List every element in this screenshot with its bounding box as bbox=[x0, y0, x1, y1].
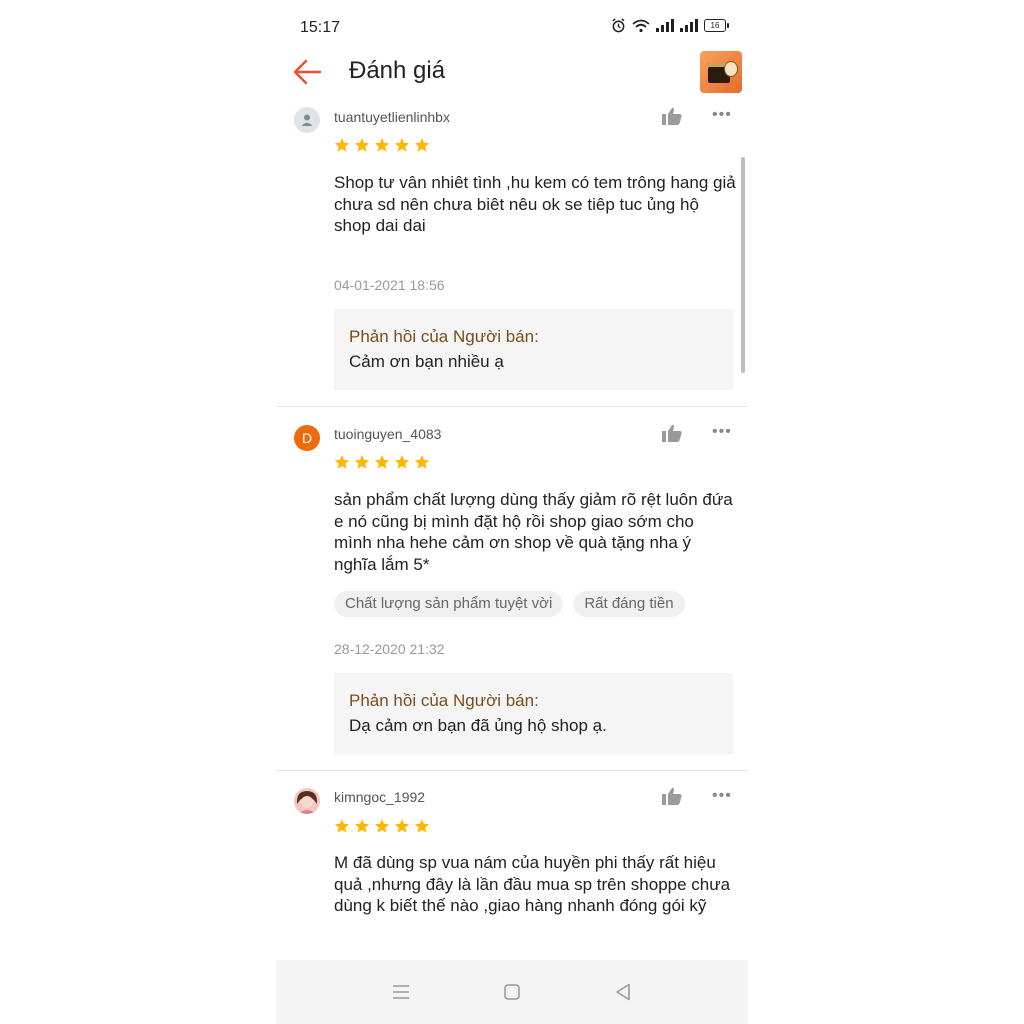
thumbs-up-icon[interactable] bbox=[662, 787, 682, 805]
user-avatar[interactable]: D bbox=[294, 425, 320, 451]
user-avatar[interactable] bbox=[294, 788, 320, 814]
star-icon bbox=[334, 455, 350, 469]
thumbs-up-icon[interactable] bbox=[662, 424, 682, 442]
review-tags: Chất lượng sản phẩm tuyệt vời Rất đáng t… bbox=[334, 591, 685, 617]
seller-reply: Phản hồi của Người bán: Cảm ơn bạn nhiều… bbox=[334, 309, 733, 390]
system-navbar bbox=[276, 960, 748, 1024]
review-text: M đã dùng sp vua nám của huyền phi thấy … bbox=[334, 853, 731, 916]
star-icon bbox=[374, 455, 390, 469]
user-avatar[interactable] bbox=[294, 107, 320, 133]
more-options-icon[interactable]: ••• bbox=[712, 107, 732, 123]
rating-stars bbox=[334, 818, 430, 834]
seller-reply-title: Phản hồi của Người bán: bbox=[349, 327, 539, 346]
menu-icon bbox=[393, 985, 410, 999]
review-tag: Chất lượng sản phẩm tuyệt vời bbox=[334, 591, 564, 617]
nav-home-button[interactable] bbox=[500, 980, 524, 1004]
profile-photo bbox=[294, 788, 320, 814]
signal-icon bbox=[680, 19, 698, 32]
review-text: Shop tư vân nhiêt tình ,hu kem có tem tr… bbox=[334, 173, 736, 236]
review-divider bbox=[276, 770, 748, 771]
alarm-icon bbox=[612, 18, 625, 33]
seller-reply: Phản hồi của Người bán: Dạ cảm ơn bạn đã… bbox=[334, 673, 733, 754]
signal-icon bbox=[656, 19, 674, 32]
star-icon bbox=[414, 819, 430, 833]
review-screen: 15:17 16 Đánh giá tuantuyetlienlinhbx ••… bbox=[276, 0, 748, 1024]
arrow-left-icon bbox=[293, 59, 322, 85]
seller-reply-title: Phản hồi của Người bán: bbox=[349, 691, 539, 710]
person-icon bbox=[301, 114, 313, 126]
status-icons: 16 bbox=[611, 18, 729, 33]
status-time: 15:17 bbox=[300, 19, 341, 36]
product-jar-image bbox=[724, 61, 738, 77]
scrollbar[interactable] bbox=[741, 157, 745, 373]
star-icon bbox=[334, 138, 350, 152]
star-icon bbox=[354, 138, 370, 152]
star-icon bbox=[414, 455, 430, 469]
wifi-icon bbox=[632, 19, 650, 32]
star-icon bbox=[394, 819, 410, 833]
review-username: kimngoc_1992 bbox=[334, 789, 426, 805]
star-icon bbox=[394, 138, 410, 152]
seller-reply-text: Dạ cảm ơn bạn đã ủng hộ shop ạ. bbox=[349, 716, 607, 735]
battery-icon: 16 bbox=[704, 19, 729, 32]
review-divider bbox=[276, 406, 748, 407]
nav-back-button[interactable] bbox=[611, 980, 635, 1004]
star-icon bbox=[354, 819, 370, 833]
review-date: 28-12-2020 21:32 bbox=[334, 641, 445, 657]
star-icon bbox=[334, 819, 350, 833]
home-square-icon bbox=[504, 984, 520, 1000]
star-icon bbox=[394, 455, 410, 469]
back-button[interactable] bbox=[292, 56, 324, 88]
product-thumbnail[interactable] bbox=[700, 51, 742, 93]
star-icon bbox=[374, 819, 390, 833]
star-icon bbox=[374, 138, 390, 152]
nav-menu-button[interactable] bbox=[389, 980, 413, 1004]
more-options-icon[interactable]: ••• bbox=[712, 788, 732, 804]
star-icon bbox=[354, 455, 370, 469]
rating-stars bbox=[334, 454, 430, 470]
more-options-icon[interactable]: ••• bbox=[712, 424, 732, 440]
back-triangle-icon bbox=[615, 983, 630, 1001]
review-date: 04-01-2021 18:56 bbox=[334, 277, 445, 293]
review-text: sản phẩm chất lượng dùng thấy giảm rõ rệ… bbox=[334, 490, 733, 574]
review-tag: Rất đáng tiền bbox=[573, 591, 685, 617]
rating-stars bbox=[334, 137, 430, 153]
seller-reply-text: Cảm ơn bạn nhiều ạ bbox=[349, 352, 504, 371]
review-username: tuantuyetlienlinhbx bbox=[334, 109, 450, 125]
thumbs-up-icon[interactable] bbox=[662, 107, 682, 125]
star-icon bbox=[414, 138, 430, 152]
review-username: tuoinguyen_4083 bbox=[334, 426, 442, 442]
page-title: Đánh giá bbox=[349, 57, 446, 84]
